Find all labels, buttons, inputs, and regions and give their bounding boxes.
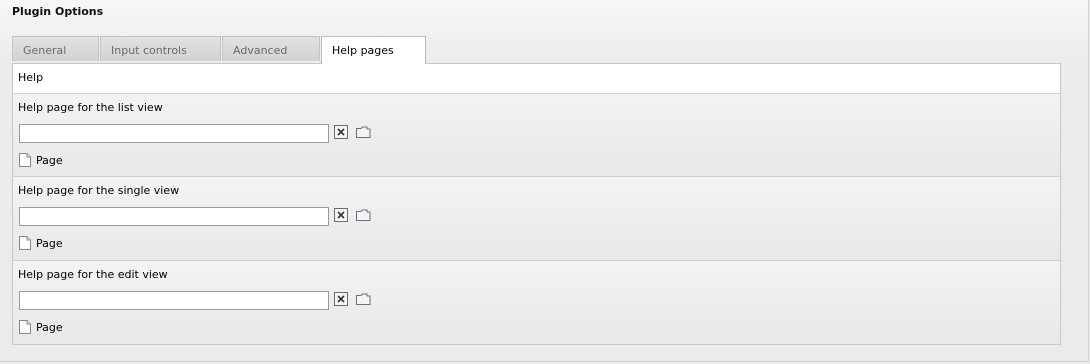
help-single-page-input[interactable] [19,207,329,226]
close-icon[interactable] [334,125,348,139]
record-type-label: Page [36,154,63,167]
field-help-single-view: Help page for the single view Page [13,177,1060,261]
close-icon[interactable] [334,292,348,306]
field-label: Help page for the single view [18,184,180,197]
record-type-label: Page [36,237,63,250]
field-label: Help page for the list view [18,101,163,114]
page-icon [19,153,31,170]
field-help-list-view: Help page for the list view Page [13,94,1060,177]
field-help-edit-view: Help page for the edit view Page [13,261,1060,344]
section-heading: Help [13,64,1060,94]
help-edit-page-input[interactable] [19,291,329,310]
page-icon [19,236,31,253]
page-icon [19,320,31,337]
record-type-label: Page [36,321,63,334]
help-list-page-input[interactable] [19,124,329,143]
tab-advanced[interactable]: Advanced [222,36,320,61]
close-icon[interactable] [334,208,348,222]
folder-icon[interactable] [356,209,371,224]
tab-general[interactable]: General [12,36,99,61]
folder-icon[interactable] [356,126,371,141]
tab-help-pages[interactable]: Help pages [321,36,426,64]
folder-icon[interactable] [356,293,371,308]
panel-title: Plugin Options [12,5,104,18]
tab-input-controls[interactable]: Input controls [100,36,221,61]
field-label: Help page for the edit view [18,268,168,281]
tab-content-help-pages: Help Help page for the list view Page He… [12,63,1061,345]
